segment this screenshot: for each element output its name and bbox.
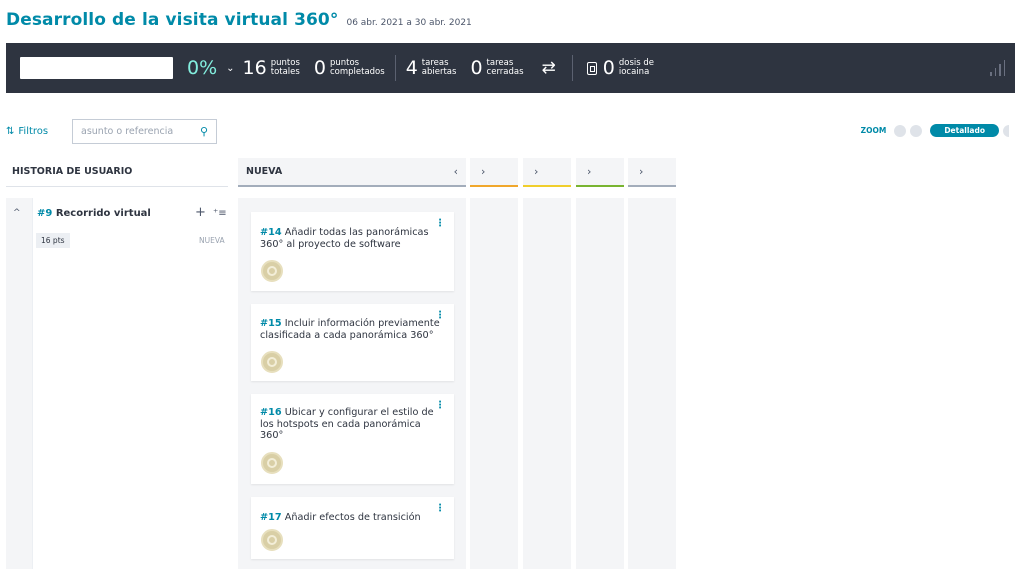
divider — [6, 186, 228, 187]
points-badge: 16 pts — [36, 233, 70, 248]
column-header-collapsed[interactable]: › — [576, 158, 624, 187]
column-header-collapsed[interactable]: › — [523, 158, 571, 187]
user-story-lane — [6, 198, 234, 569]
collapse-column-icon[interactable]: ‹ — [454, 165, 458, 178]
zoom-label: ZOOM — [860, 126, 887, 135]
progress-percent: 0% — [187, 57, 218, 79]
bulk-add-icon[interactable]: ⁺≡ — [213, 208, 227, 219]
task-title[interactable]: Ubicar y configurar el estilo de los hot… — [260, 407, 434, 441]
filters-button[interactable]: ⇅ Filtros — [6, 119, 62, 144]
burndown-graph-icon[interactable] — [990, 60, 1005, 76]
add-task-icon[interactable]: + — [195, 205, 206, 220]
card-menu-icon[interactable]: ⋮ — [435, 218, 445, 229]
total-points-stat: 16 puntos totales — [243, 57, 300, 79]
iocaine-stat: 0 dosis de iocaina — [603, 57, 654, 79]
iocaine-value: 0 — [602, 57, 615, 79]
total-points-label-2: totales — [270, 67, 300, 77]
open-tasks-stat: 4 tareas abiertas — [406, 57, 457, 79]
chevron-up-icon[interactable]: ^ — [13, 208, 21, 218]
task-card[interactable]: #16 Ubicar y configurar el estilo de los… — [251, 394, 454, 484]
task-ref[interactable]: #14 — [260, 227, 282, 238]
column-header-collapsed[interactable]: › — [470, 158, 518, 187]
zoom-level-2[interactable] — [910, 124, 923, 137]
column-lane-collapsed — [470, 198, 518, 569]
task-ref[interactable]: #15 — [260, 318, 282, 329]
user-story-ref[interactable]: #9 — [37, 208, 52, 219]
task-card[interactable]: #14 Añadir todas las panorámicas 360° al… — [251, 212, 454, 291]
chevron-down-icon[interactable]: ⌄ — [226, 63, 234, 74]
completed-points-label-2: completados — [329, 67, 385, 77]
swap-arrows-icon[interactable]: ⇄ — [542, 58, 556, 78]
search-icon[interactable]: ⚲ — [200, 125, 208, 138]
expand-column-icon[interactable]: › — [587, 165, 591, 178]
task-card[interactable]: #15 Incluir información previamente clas… — [251, 304, 454, 381]
status-badge[interactable]: NUEVA — [199, 236, 225, 245]
progress-bar — [20, 57, 173, 79]
expand-column-icon[interactable]: › — [639, 165, 643, 178]
open-tasks-value: 4 — [405, 57, 418, 79]
card-menu-icon[interactable]: ⋮ — [435, 400, 445, 411]
task-title[interactable]: Añadir todas las panorámicas 360° al pro… — [260, 227, 429, 250]
completed-points-stat: 0 puntos completados — [314, 57, 385, 79]
column-lane-collapsed — [628, 198, 676, 569]
zoom-level-4[interactable] — [1003, 124, 1009, 137]
column-lane-collapsed — [523, 198, 571, 569]
expand-column-icon[interactable]: › — [534, 165, 538, 178]
task-ref[interactable]: #16 — [260, 407, 282, 418]
stats-bar: 0% ⌄ 16 puntos totales 0 puntos completado… — [6, 43, 1015, 93]
zoom-level-1[interactable] — [894, 124, 907, 137]
user-story-title[interactable]: #9 Recorrido virtual — [37, 208, 151, 219]
zoom-level-active[interactable]: Detallado — [930, 124, 999, 137]
task-title[interactable]: Incluir información previamente clasific… — [260, 318, 440, 341]
avatar[interactable] — [261, 452, 283, 474]
page-header: Desarrollo de la visita virtual 360° 06 … — [6, 10, 472, 34]
avatar[interactable] — [261, 529, 283, 551]
user-story-column-header: HISTORIA DE USUARIO — [12, 166, 133, 177]
iocaine-jar-icon — [586, 61, 597, 75]
search-input[interactable] — [81, 126, 191, 137]
closed-tasks-stat: 0 tareas cerradas — [470, 57, 523, 79]
closed-tasks-value: 0 — [470, 57, 483, 79]
column-name: NUEVA — [246, 166, 283, 177]
page-title: Desarrollo de la visita virtual 360° — [6, 10, 339, 30]
column-lane-collapsed — [576, 198, 624, 569]
filters-icon: ⇅ — [6, 126, 15, 137]
column-header-nueva: NUEVA ‹ — [238, 158, 466, 187]
card-menu-icon[interactable]: ⋮ — [435, 503, 445, 514]
expand-column-icon[interactable]: › — [481, 165, 485, 178]
open-tasks-label-2: abiertas — [421, 67, 457, 77]
divider — [394, 55, 396, 81]
task-ref[interactable]: #17 — [260, 512, 282, 523]
total-points-value: 16 — [242, 57, 267, 79]
card-menu-icon[interactable]: ⋮ — [435, 310, 445, 321]
task-card[interactable]: #17 Añadir efectos de transición ⋮ — [251, 497, 454, 559]
task-title[interactable]: Añadir efectos de transición — [285, 512, 421, 523]
iocaine-label-2: iocaina — [618, 67, 650, 77]
completed-points-value: 0 — [313, 57, 326, 79]
divider — [571, 55, 573, 81]
avatar[interactable] — [261, 351, 283, 373]
avatar[interactable] — [261, 260, 283, 282]
sprint-dates: 06 abr. 2021 a 30 abr. 2021 — [346, 18, 472, 28]
filters-label: Filtros — [18, 126, 49, 137]
search-box[interactable]: ⚲ — [72, 119, 217, 144]
closed-tasks-label-2: cerradas — [486, 67, 524, 77]
user-story-name[interactable]: Recorrido virtual — [56, 208, 151, 219]
zoom-control: ZOOM Detallado — [861, 124, 1009, 137]
user-story-panel — [32, 198, 234, 569]
column-header-collapsed[interactable]: › — [628, 158, 676, 187]
